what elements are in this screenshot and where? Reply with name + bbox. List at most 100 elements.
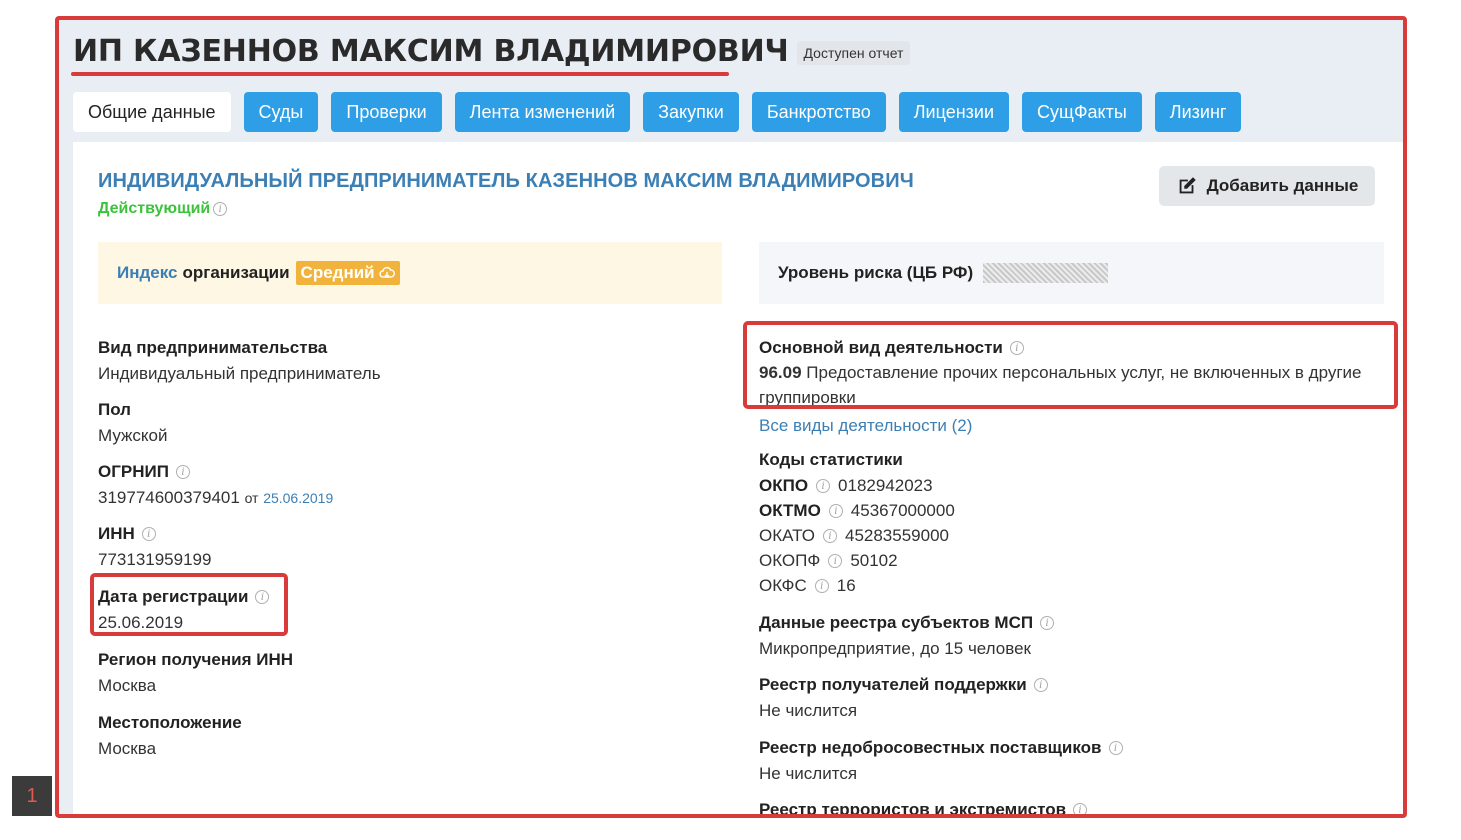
info-icon[interactable]: i (175, 465, 190, 479)
field-label-text: Реестр получателей поддержки (759, 675, 1027, 694)
status: Действующий i (98, 200, 228, 218)
info-icon[interactable]: i (1073, 803, 1088, 814)
field-label: Вид предпринимательства (98, 338, 328, 357)
stats-row-okato: ОКАТО i 45283559000 (759, 526, 955, 546)
tab-general[interactable]: Общие данные (73, 92, 231, 132)
stats-row-oktmo: ОКТМО i 45367000000 (759, 501, 955, 521)
field-label: Реестр получателей поддержки i (759, 675, 1048, 695)
field-value: Индивидуальный предприниматель (98, 364, 381, 383)
stats-row-okopf: ОКОПФ i 50102 (759, 551, 955, 571)
field-support-registry: Реестр получателей поддержки i Не числит… (759, 675, 1048, 721)
add-data-button[interactable]: Добавить данные (1159, 166, 1375, 206)
all-activities-link[interactable]: Все виды деятельности (2) (759, 416, 972, 436)
stats-row-okfs: ОКФС i 16 (759, 576, 955, 596)
field-label-text: ИНН (98, 524, 135, 543)
index-label: организации (182, 263, 290, 282)
risk-value-hidden[interactable] (983, 263, 1109, 283)
info-icon[interactable]: i (816, 479, 831, 493)
stats-value: 50102 (850, 551, 898, 570)
organization-index-box: Индекс организации Средний (98, 242, 722, 304)
page-title: ИП КАЗЕННОВ МАКСИМ ВЛАДИМИРОВИЧ (73, 34, 789, 69)
field-value: Мужской (98, 426, 168, 445)
stats-key: ОКАТО (759, 526, 815, 545)
field-label: Данные реестра субъектов МСП i (759, 613, 1055, 633)
cloud-download-icon (379, 266, 395, 278)
index-word[interactable]: Индекс (117, 263, 177, 283)
tab-changes-feed[interactable]: Лента изменений (454, 92, 631, 132)
stats-key: ОКФС (759, 576, 807, 595)
field-label-text: Данные реестра субъектов МСП (759, 613, 1034, 632)
field-label: Реестр недобросовестных поставщиков i (759, 738, 1123, 758)
field-value: Не числится (759, 701, 858, 720)
title-underline (71, 72, 729, 76)
info-icon[interactable]: i (1040, 616, 1055, 630)
field-label: Реестр террористов и экстремистов i (759, 800, 1088, 818)
stats-value: 16 (836, 576, 856, 595)
header: ИП КАЗЕННОВ МАКСИМ ВЛАДИМИРОВИЧ Доступен… (73, 34, 911, 69)
field-value: Не числится (759, 764, 858, 783)
field-label: ОГРНИП i (98, 462, 333, 482)
field-label-text: ОГРНИП (98, 462, 169, 481)
info-icon[interactable]: i (814, 579, 829, 593)
field-label-text: Реестр террористов и экстремистов (759, 800, 1067, 818)
ogrnip-number: 319774600379401 (98, 488, 240, 507)
ogrnip-date-link[interactable]: 25.06.2019 (263, 490, 333, 506)
tab-purchases[interactable]: Закупки (643, 92, 739, 132)
stats-key: ОКПО (759, 476, 809, 495)
stats-value: 0182942023 (838, 476, 933, 495)
field-label: Пол (98, 400, 131, 419)
tab-bar: Общие данные Суды Проверки Лента изменен… (73, 92, 1242, 132)
content-panel: ИНДИВИДУАЛЬНЫЙ ПРЕДПРИНИМАТЕЛЬ КАЗЕННОВ … (73, 142, 1403, 818)
field-inn-region: Регион получения ИНН Москва (98, 650, 293, 696)
index-level-text: Средний (300, 263, 375, 282)
info-icon[interactable]: i (828, 554, 843, 568)
highlight-main-activity (743, 321, 1398, 409)
tab-courts[interactable]: Суды (243, 92, 319, 132)
info-icon[interactable]: i (141, 527, 156, 541)
tab-bankruptcy[interactable]: Банкротство (751, 92, 886, 132)
field-value: Москва (98, 676, 157, 695)
stats-key: ОКОПФ (759, 551, 821, 570)
field-inn: ИНН i 773131959199 (98, 524, 211, 570)
tab-inspections[interactable]: Проверки (331, 92, 442, 132)
stats-key: ОКТМО (759, 501, 821, 520)
info-icon[interactable]: i (1108, 741, 1123, 755)
field-label: Регион получения ИНН (98, 650, 293, 669)
field-sex: Пол Мужской (98, 400, 168, 446)
stats-value: 45367000000 (850, 501, 955, 520)
highlight-registration-date (90, 573, 288, 636)
field-entrepreneurship-type: Вид предпринимательства Индивидуальный п… (98, 338, 381, 384)
risk-label: Уровень риска (ЦБ РФ) (778, 263, 974, 282)
tab-material-facts[interactable]: СущФакты (1022, 92, 1142, 132)
info-icon[interactable]: i (828, 504, 843, 518)
field-terrorists-registry: Реестр террористов и экстремистов i (759, 800, 1088, 818)
field-label: Местоположение (98, 713, 242, 732)
inn-link[interactable]: 773131959199 (98, 550, 211, 570)
field-msp-registry: Данные реестра субъектов МСП i Микропред… (759, 613, 1055, 659)
field-value: Москва (98, 739, 157, 758)
field-value: 319774600379401 от 25.06.2019 (98, 488, 333, 508)
info-icon[interactable]: i (822, 529, 837, 543)
tab-leasing[interactable]: Лизинг (1154, 92, 1242, 132)
info-icon[interactable]: i (1033, 678, 1048, 692)
status-text: Действующий (98, 200, 211, 217)
field-ogrnip: ОГРНИП i 319774600379401 от 25.06.2019 (98, 462, 333, 508)
tab-licenses[interactable]: Лицензии (898, 92, 1010, 132)
field-label-text: Реестр недобросовестных поставщиков (759, 738, 1102, 757)
field-value: Микропредприятие, до 15 человек (759, 639, 1031, 658)
risk-level-box: Уровень риска (ЦБ РФ) (759, 242, 1384, 304)
ogrnip-from: от (244, 490, 259, 506)
info-icon[interactable]: i (213, 202, 228, 216)
stats-value: 45283559000 (844, 526, 949, 545)
page-number-badge: 1 (12, 776, 52, 816)
field-unfair-suppliers-registry: Реестр недобросовестных поставщиков i Не… (759, 738, 1123, 784)
org-full-name: ИНДИВИДУАЛЬНЫЙ ПРЕДПРИНИМАТЕЛЬ КАЗЕННОВ … (98, 170, 914, 192)
main-frame: ИП КАЗЕННОВ МАКСИМ ВЛАДИМИРОВИЧ Доступен… (55, 16, 1407, 818)
report-available-badge[interactable]: Доступен отчет (796, 40, 911, 65)
edit-icon (1179, 177, 1196, 194)
field-label: Коды статистики (759, 450, 903, 469)
add-data-label: Добавить данные (1206, 176, 1359, 195)
index-level-badge[interactable]: Средний (295, 261, 400, 285)
field-location: Местоположение Москва (98, 713, 242, 759)
field-label: ИНН i (98, 524, 211, 544)
